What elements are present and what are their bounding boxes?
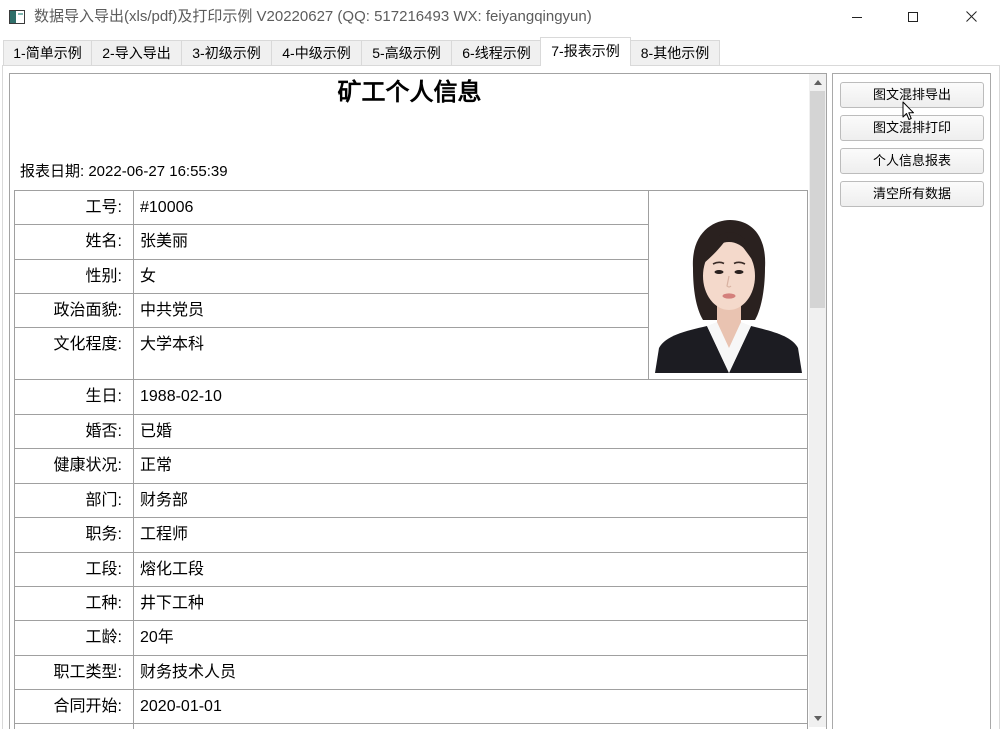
report-date: 报表日期: 2022-06-27 16:55:39 (20, 163, 228, 180)
row-health-status: 健康状况: 正常 (14, 448, 808, 484)
years-of-service-value: 20年 (133, 620, 808, 656)
position-label: 职务: (14, 517, 134, 553)
tab-3-basic[interactable]: 3-初级示例 (181, 40, 272, 65)
department-label: 部门: (14, 483, 134, 518)
partial-row-value (133, 723, 808, 729)
personal-info-report-button[interactable]: 个人信息报表 (840, 148, 984, 174)
job-type-value: 井下工种 (133, 586, 808, 621)
window-title: 数据导入导出(xls/pdf)及打印示例 V20220627 (QQ: 5172… (34, 8, 592, 25)
clear-all-data-button[interactable]: 清空所有数据 (840, 181, 984, 207)
tab-6-thread[interactable]: 6-线程示例 (451, 40, 542, 65)
years-of-service-label: 工龄: (14, 620, 134, 656)
education-value: 大学本科 (133, 327, 649, 380)
marital-status-label: 婚否: (14, 414, 134, 449)
maximize-icon (908, 11, 918, 22)
position-value: 工程师 (133, 517, 808, 553)
report-document: 矿工个人信息 报表日期: 2022-06-27 16:55:39 工号: #10… (10, 74, 809, 729)
personal-info-table: 工号: #10006 姓名: 张美丽 性别: 女 政治面貌: 中共党员 文化程度… (14, 190, 808, 729)
tab-2-import-export[interactable]: 2-导入导出 (91, 40, 182, 65)
row-contract-start: 合同开始: 2020-01-01 (14, 689, 808, 724)
minimize-icon (852, 16, 862, 18)
row-work-section: 工段: 熔化工段 (14, 552, 808, 587)
tab-8-other[interactable]: 8-其他示例 (630, 40, 720, 65)
photo-cell (648, 190, 808, 380)
scroll-up-arrow-icon (813, 80, 822, 85)
gender-label: 性别: (14, 259, 134, 294)
name-label: 姓名: (14, 224, 134, 260)
political-status-label: 政治面貌: (14, 293, 134, 328)
name-value: 张美丽 (133, 224, 649, 260)
tab-5-advanced[interactable]: 5-高级示例 (361, 40, 452, 65)
department-value: 财务部 (133, 483, 808, 518)
contract-start-label: 合同开始: (14, 689, 134, 724)
mouse-cursor-icon (902, 101, 914, 120)
row-department: 部门: 财务部 (14, 483, 808, 518)
scrollbar-track[interactable] (809, 91, 826, 710)
vertical-scrollbar[interactable] (809, 74, 826, 727)
contract-start-value: 2020-01-01 (133, 689, 808, 724)
health-status-value: 正常 (133, 448, 808, 484)
close-icon (965, 11, 977, 22)
work-section-value: 熔化工段 (133, 552, 808, 587)
maximize-button[interactable] (890, 0, 936, 33)
partial-row-label (14, 723, 134, 729)
birthday-value: 1988-02-10 (133, 379, 808, 415)
political-status-value: 中共党员 (133, 293, 649, 328)
employee-id-label: 工号: (14, 190, 134, 225)
action-panel: 图文混排导出 图文混排打印 个人信息报表 清空所有数据 (832, 73, 991, 729)
health-status-label: 健康状况: (14, 448, 134, 484)
report-title: 矿工个人信息 (337, 79, 482, 106)
row-birthday: 生日: 1988-02-10 (14, 379, 808, 415)
tab-7-report[interactable]: 7-报表示例 (540, 37, 631, 66)
row-years-of-service: 工龄: 20年 (14, 620, 808, 656)
work-section-label: 工段: (14, 552, 134, 587)
title-bar[interactable]: 数据导入导出(xls/pdf)及打印示例 V20220627 (QQ: 5172… (0, 0, 1000, 33)
gender-value: 女 (133, 259, 649, 294)
row-job-type: 工种: 井下工种 (14, 586, 808, 621)
employee-id-value: #10006 (133, 190, 649, 225)
app-window-icon (9, 10, 25, 24)
row-employee-id: 工号: #10006 (14, 190, 808, 380)
employee-type-label: 职工类型: (14, 655, 134, 690)
employee-type-value: 财务技术人员 (133, 655, 808, 690)
birthday-label: 生日: (14, 379, 134, 415)
row-marital-status: 婚否: 已婚 (14, 414, 808, 449)
row-position: 职务: 工程师 (14, 517, 808, 553)
minimize-button[interactable] (834, 0, 880, 33)
marital-status-value: 已婚 (133, 414, 808, 449)
row-employee-type: 职工类型: 财务技术人员 (14, 655, 808, 690)
report-view[interactable]: 矿工个人信息 报表日期: 2022-06-27 16:55:39 工号: #10… (9, 73, 827, 729)
education-label: 文化程度: (14, 327, 134, 380)
tab-1-simple[interactable]: 1-简单示例 (3, 40, 92, 65)
table-row-partial (14, 723, 808, 729)
scroll-up-button[interactable] (809, 74, 826, 91)
close-button[interactable] (948, 0, 994, 33)
scrollbar-thumb[interactable] (810, 91, 825, 308)
scroll-down-arrow-icon (813, 716, 822, 721)
job-type-label: 工种: (14, 586, 134, 621)
scroll-down-button[interactable] (809, 710, 826, 727)
tab-4-intermediate[interactable]: 4-中级示例 (271, 40, 362, 65)
employee-portrait-photo (654, 197, 802, 373)
